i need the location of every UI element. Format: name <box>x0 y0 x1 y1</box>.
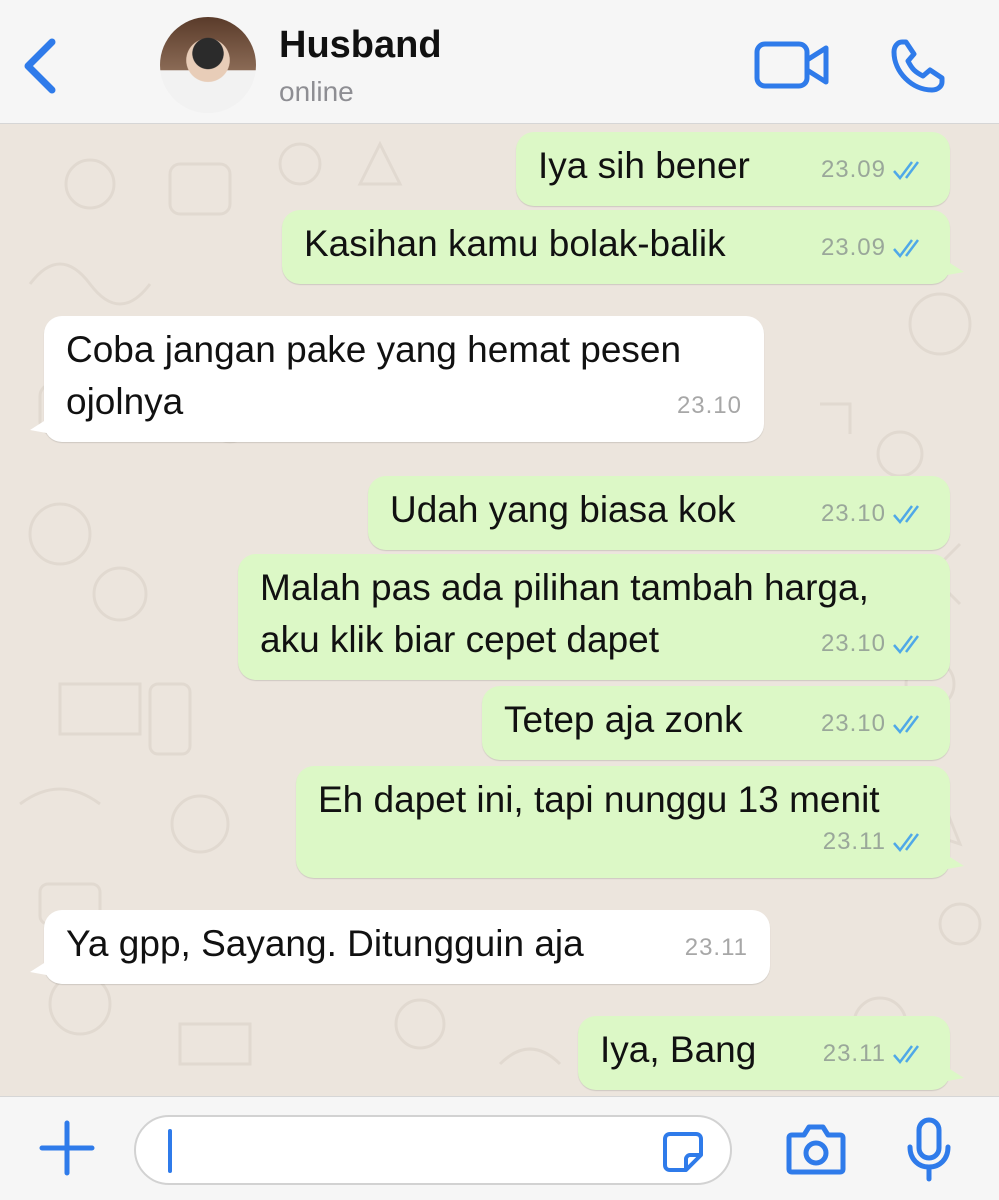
double-check-icon <box>893 635 919 654</box>
message-time: 23.11 <box>822 1040 886 1067</box>
message-text: Coba jangan pake yang hemat pesen ojolny… <box>66 329 682 422</box>
message-bubble-outgoing[interactable]: Iya sih bener 23.09 <box>516 132 950 206</box>
plus-icon[interactable] <box>38 1119 96 1177</box>
double-check-icon <box>893 239 919 258</box>
double-check-icon <box>893 715 919 734</box>
message-time: 23.10 <box>676 392 742 419</box>
message-time: 23.10 <box>820 710 886 737</box>
double-check-icon <box>893 161 919 180</box>
message-bubble-outgoing[interactable]: Udah yang biasa kok 23.10 <box>368 476 950 550</box>
message-time: 23.11 <box>822 828 886 855</box>
message-time: 23.10 <box>820 500 886 527</box>
video-call-icon[interactable] <box>754 38 830 92</box>
chevron-left-icon[interactable] <box>18 36 62 96</box>
microphone-icon[interactable] <box>906 1117 952 1183</box>
contact-name[interactable]: Husband <box>279 24 442 67</box>
composer-bar <box>0 1096 999 1200</box>
message-meta: 23.11 <box>685 922 748 974</box>
double-check-icon <box>893 505 919 524</box>
message-input[interactable] <box>134 1115 732 1185</box>
message-bubble-outgoing[interactable]: Eh dapet ini, tapi nunggu 13 menit 23.11 <box>296 766 964 878</box>
double-check-icon <box>893 1045 919 1064</box>
message-bubble-outgoing[interactable]: Tetep aja zonk 23.10 <box>482 686 950 760</box>
message-time: 23.11 <box>684 934 748 961</box>
message-meta: 23.10 <box>677 380 742 432</box>
message-meta: 23.11 <box>823 1028 928 1080</box>
camera-icon[interactable] <box>786 1123 846 1175</box>
message-meta: 23.09 <box>821 222 928 274</box>
message-bubble-incoming[interactable]: Ya gpp, Sayang. Ditungguin aja 23.11 <box>30 910 770 984</box>
message-bubble-outgoing[interactable]: Kasihan kamu bolak-balik 23.09 <box>282 210 964 284</box>
phone-icon[interactable] <box>888 36 948 96</box>
message-bubble-incoming[interactable]: Coba jangan pake yang hemat pesen ojolny… <box>30 316 764 442</box>
message-text: Ya gpp, Sayang. Ditungguin aja <box>66 923 584 964</box>
sticker-icon[interactable] <box>662 1131 704 1173</box>
chat-header: Husband online <box>0 0 999 124</box>
message-bubble-outgoing[interactable]: Malah pas ada pilihan tambah harga, aku … <box>238 554 950 680</box>
double-check-icon <box>893 833 919 852</box>
avatar[interactable] <box>160 17 256 113</box>
message-meta: 23.10 <box>821 618 928 670</box>
message-meta: 23.10 <box>821 698 928 750</box>
message-time: 23.09 <box>820 234 886 261</box>
text-caret <box>168 1129 172 1173</box>
chat-area[interactable]: Iya sih bener 23.09 Kasihan kamu bolak-b… <box>0 124 999 1096</box>
message-time: 23.10 <box>820 630 886 657</box>
message-time: 23.09 <box>820 156 886 183</box>
message-bubble-outgoing[interactable]: Iya, Bang 23.11 <box>578 1016 964 1090</box>
message-meta: 23.10 <box>821 488 928 540</box>
message-meta: 23.09 <box>821 144 928 196</box>
contact-status: online <box>279 76 354 107</box>
message-meta: 23.11 <box>823 816 928 868</box>
